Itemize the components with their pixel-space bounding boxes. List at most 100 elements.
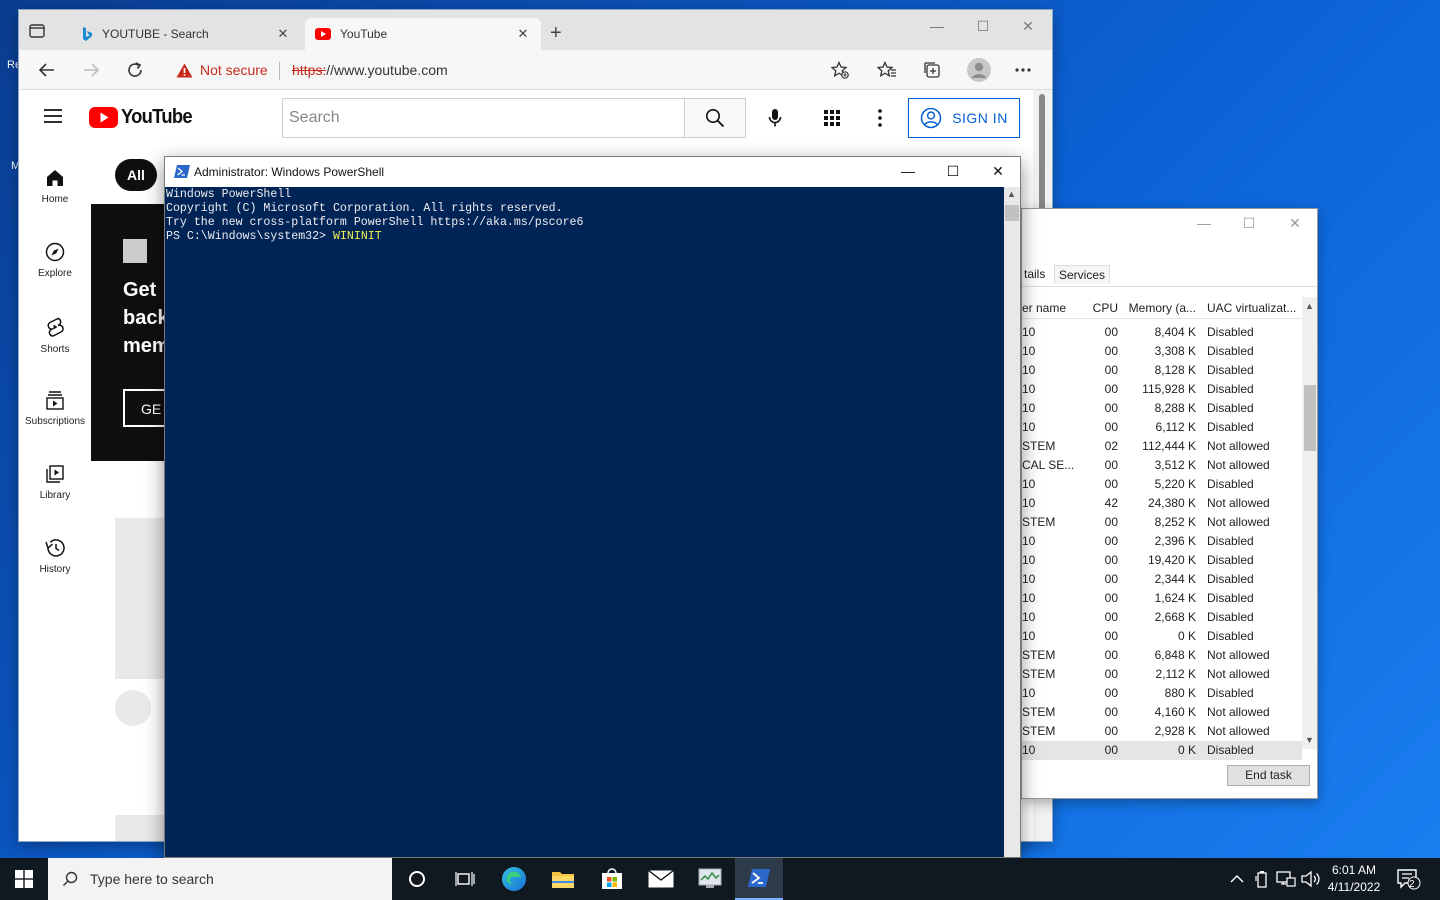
- table-row[interactable]: 10 00 8,404 K Disabled: [1022, 323, 1302, 342]
- powershell-taskbar-icon[interactable]: [735, 858, 783, 900]
- table-row[interactable]: 10 00 115,928 K Disabled: [1022, 380, 1302, 399]
- task-view-icon[interactable]: [441, 858, 489, 900]
- sidebar-item-explore[interactable]: Explore: [19, 242, 91, 279]
- profile-avatar[interactable]: [966, 57, 992, 83]
- notification-center-icon[interactable]: 2: [1396, 858, 1422, 900]
- scroll-up-icon[interactable]: ▲: [1305, 301, 1314, 311]
- close-icon[interactable]: ✕: [1018, 18, 1038, 35]
- table-row[interactable]: 10 00 2,344 K Disabled: [1022, 570, 1302, 589]
- close-icon[interactable]: ✕: [1285, 215, 1305, 232]
- new-tab-button[interactable]: +: [550, 23, 562, 43]
- scroll-down-icon[interactable]: ▼: [1305, 735, 1314, 745]
- powershell-titlebar[interactable]: Administrator: Windows PowerShell — ☐ ✕: [165, 157, 1020, 187]
- tab-services[interactable]: Services: [1054, 265, 1111, 284]
- maximize-icon[interactable]: ☐: [1239, 215, 1259, 232]
- table-row[interactable]: 10 00 880 K Disabled: [1022, 684, 1302, 703]
- minimize-icon[interactable]: —: [927, 18, 947, 34]
- table-row[interactable]: 10 00 19,420 K Disabled: [1022, 551, 1302, 570]
- add-favorite-icon[interactable]: [829, 60, 851, 80]
- table-row[interactable]: 10 00 8,288 K Disabled: [1022, 399, 1302, 418]
- youtube-search-button[interactable]: [684, 98, 746, 138]
- sidebar-item-label: History: [39, 564, 71, 575]
- battery-icon[interactable]: [1255, 858, 1269, 900]
- table-row[interactable]: STEM 00 2,112 K Not allowed: [1022, 665, 1302, 684]
- table-row[interactable]: STEM 00 2,928 K Not allowed: [1022, 722, 1302, 741]
- tab-bing-search[interactable]: YOUTUBE - Search ✕: [71, 18, 301, 50]
- table-row[interactable]: STEM 00 6,848 K Not allowed: [1022, 646, 1302, 665]
- back-button[interactable]: [36, 60, 58, 80]
- cell-user-name: 10: [1022, 686, 1036, 700]
- hamburger-menu-icon[interactable]: [43, 108, 63, 124]
- address-bar[interactable]: https://www.youtube.com: [292, 62, 448, 78]
- apps-grid-icon[interactable]: [817, 103, 847, 133]
- youtube-search-input[interactable]: Search: [282, 98, 685, 138]
- scrollbar-thumb[interactable]: [1005, 205, 1019, 221]
- chip-all[interactable]: All: [115, 159, 157, 191]
- cell-user-name: 10: [1022, 534, 1036, 548]
- youtube-logo[interactable]: YouTube: [89, 106, 198, 129]
- table-row[interactable]: 10 00 2,396 K Disabled: [1022, 532, 1302, 551]
- table-row[interactable]: 10 00 1,624 K Disabled: [1022, 589, 1302, 608]
- refresh-button[interactable]: [124, 60, 146, 80]
- table-row[interactable]: 10 00 5,220 K Disabled: [1022, 475, 1302, 494]
- maximize-icon[interactable]: ☐: [973, 18, 993, 35]
- end-task-button[interactable]: End task: [1227, 765, 1310, 786]
- table-row[interactable]: 10 00 2,668 K Disabled: [1022, 608, 1302, 627]
- minimize-icon[interactable]: —: [1194, 215, 1214, 231]
- sidebar-item-home[interactable]: Home: [19, 168, 91, 205]
- store-icon[interactable]: [588, 858, 636, 900]
- scroll-up-icon[interactable]: ▲: [1007, 189, 1016, 199]
- tab-close-icon[interactable]: ✕: [515, 26, 531, 42]
- column-header-uac[interactable]: UAC virtualizat...: [1207, 301, 1302, 315]
- start-button[interactable]: [0, 858, 48, 900]
- sidebar-item-subscriptions[interactable]: Subscriptions: [19, 390, 91, 427]
- sidebar-item-history[interactable]: History: [19, 538, 91, 575]
- column-header-user-name[interactable]: er name: [1022, 301, 1074, 315]
- maximize-icon[interactable]: ☐: [943, 163, 963, 180]
- table-row[interactable]: STEM 00 8,252 K Not allowed: [1022, 513, 1302, 532]
- table-row[interactable]: 10 00 3,308 K Disabled: [1022, 342, 1302, 361]
- console-scrollbar[interactable]: ▲: [1004, 187, 1020, 857]
- tab-youtube[interactable]: YouTube ✕: [305, 18, 541, 50]
- sign-in-button[interactable]: SIGN IN: [908, 98, 1020, 138]
- table-row[interactable]: 10 00 6,112 K Disabled: [1022, 418, 1302, 437]
- edge-taskbar-icon[interactable]: [490, 858, 538, 900]
- close-icon[interactable]: ✕: [988, 163, 1008, 180]
- sidebar-item-library[interactable]: Library: [19, 464, 91, 501]
- table-row[interactable]: 10 00 0 K Disabled: [1022, 627, 1302, 646]
- tab-details[interactable]: tails: [1022, 265, 1049, 283]
- show-hidden-icons-icon[interactable]: [1230, 858, 1244, 900]
- sidebar-item-shorts[interactable]: Shorts: [19, 316, 91, 355]
- cortana-icon[interactable]: [393, 858, 441, 900]
- table-row[interactable]: 10 00 8,128 K Disabled: [1022, 361, 1302, 380]
- column-header-cpu[interactable]: CPU: [1082, 301, 1118, 315]
- microphone-icon[interactable]: [760, 103, 790, 133]
- table-row[interactable]: STEM 00 4,160 K Not allowed: [1022, 703, 1302, 722]
- table-row[interactable]: 10 00 0 K Disabled: [1022, 741, 1302, 760]
- task-manager-scrollbar[interactable]: ▲ ▼: [1302, 297, 1317, 749]
- settings-dots-icon[interactable]: [865, 103, 895, 133]
- collections-icon[interactable]: [921, 60, 943, 80]
- volume-icon[interactable]: [1300, 858, 1320, 900]
- taskbar-search-box[interactable]: Type here to search: [48, 858, 392, 900]
- tab-actions-icon[interactable]: [29, 24, 45, 38]
- taskbar-clock[interactable]: 6:01 AM 4/11/2022: [1320, 862, 1388, 896]
- not-secure-indicator[interactable]: Not secure: [176, 62, 268, 78]
- favorites-icon[interactable]: [876, 60, 898, 80]
- table-row[interactable]: 10 42 24,380 K Not allowed: [1022, 494, 1302, 513]
- task-manager-taskbar-icon[interactable]: [686, 858, 734, 900]
- minimize-icon[interactable]: —: [898, 163, 918, 179]
- tab-close-icon[interactable]: ✕: [275, 26, 291, 42]
- network-icon[interactable]: [1276, 858, 1296, 900]
- scrollbar-thumb[interactable]: [1039, 94, 1045, 214]
- mail-icon[interactable]: [637, 858, 685, 900]
- scrollbar-thumb[interactable]: [1304, 385, 1316, 451]
- more-menu-icon[interactable]: [1012, 60, 1034, 80]
- table-row[interactable]: CAL SE... 00 3,512 K Not allowed: [1022, 456, 1302, 475]
- forward-button[interactable]: [80, 60, 102, 80]
- console-output[interactable]: Windows PowerShell Copyright (C) Microsof…: [165, 187, 1005, 857]
- cell-memory: 2,668 K: [1154, 610, 1196, 624]
- table-row[interactable]: STEM 02 112,444 K Not allowed: [1022, 437, 1302, 456]
- column-header-memory[interactable]: Memory (a...: [1126, 301, 1196, 315]
- file-explorer-icon[interactable]: [539, 858, 587, 900]
